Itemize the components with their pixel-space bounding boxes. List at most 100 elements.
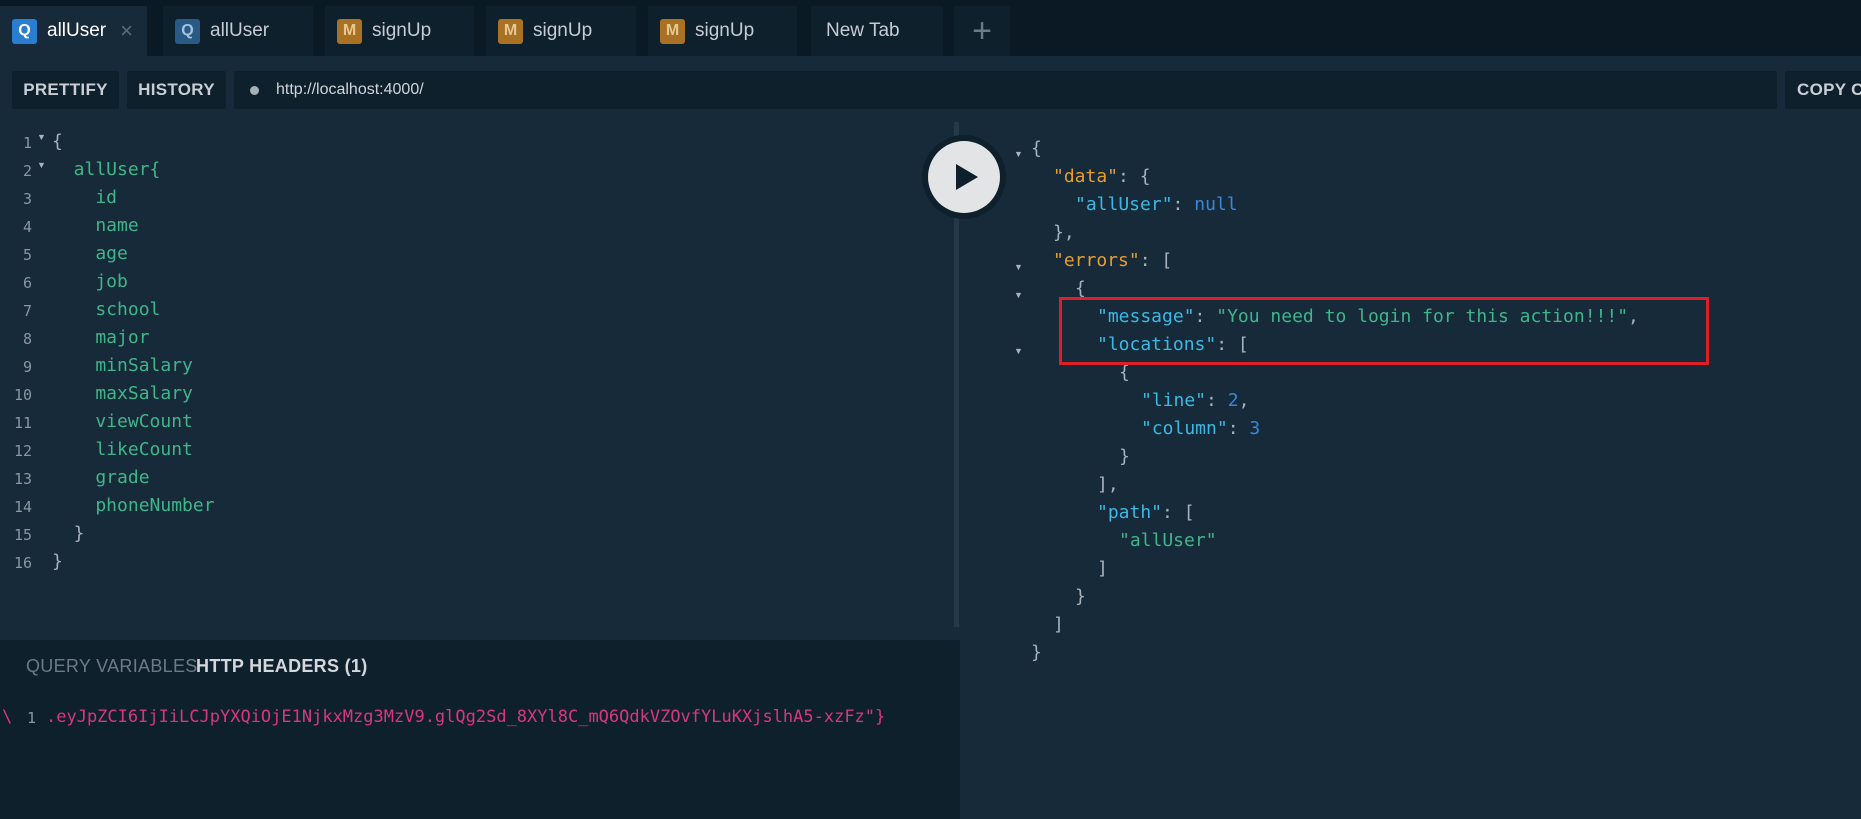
json-line: ] bbox=[1053, 614, 1064, 635]
line-number: 12 bbox=[13, 442, 32, 460]
line-number: 4 bbox=[22, 218, 32, 236]
fold-arrow-icon[interactable]: ▼ bbox=[1014, 290, 1023, 300]
json-line: } bbox=[1119, 446, 1130, 467]
code-line: minSalary bbox=[52, 355, 193, 376]
json-token: { bbox=[1075, 278, 1086, 299]
line-number: 10 bbox=[13, 386, 32, 404]
code-line: name bbox=[52, 215, 139, 236]
add-tab-button[interactable]: + bbox=[954, 6, 1010, 56]
fold-arrow-icon[interactable]: ▼ bbox=[1014, 346, 1023, 356]
result-viewer: ▼ ▼ ▼ ▼ { "data": { "allUser": null}, "erro… bbox=[960, 122, 1861, 819]
code-line: id bbox=[52, 187, 118, 208]
json-token: }, bbox=[1053, 222, 1075, 243]
json-token: : [ bbox=[1162, 502, 1195, 523]
json-line: ] bbox=[1097, 558, 1108, 579]
code-line: allUser{ bbox=[52, 159, 161, 180]
code-line: grade bbox=[52, 467, 150, 488]
json-token: "path" bbox=[1097, 502, 1163, 523]
json-token: { bbox=[1119, 362, 1130, 383]
variables-panel: QUERY VARIABLES HTTP HEADERS (1) \ 1 .ey… bbox=[0, 640, 960, 819]
tab-new-tab[interactable]: New Tab bbox=[811, 6, 943, 56]
code-line: } bbox=[52, 523, 85, 544]
line-number: 16 bbox=[13, 554, 32, 572]
status-dot-icon bbox=[250, 85, 259, 95]
json-line: "data": { bbox=[1053, 166, 1151, 187]
json-token: : { bbox=[1118, 166, 1151, 187]
line-number: 11 bbox=[13, 414, 32, 432]
line-number: 6 bbox=[22, 274, 32, 292]
json-token: "data" bbox=[1053, 166, 1119, 187]
endpoint-url-input[interactable]: http://localhost:4000/ bbox=[234, 71, 1777, 109]
close-icon[interactable]: × bbox=[120, 18, 133, 44]
tab-http-headers[interactable]: HTTP HEADERS (1) bbox=[196, 656, 367, 677]
fold-arrow-icon[interactable]: ▼ bbox=[1014, 262, 1023, 272]
line-number: 3 bbox=[22, 190, 32, 208]
json-token: ] bbox=[1097, 558, 1108, 579]
mutation-badge-icon: M bbox=[498, 18, 523, 44]
tab-label: allUser bbox=[47, 20, 107, 41]
line-number: 7 bbox=[22, 302, 32, 320]
mutation-badge-icon: M bbox=[337, 18, 362, 44]
tab-label: New Tab bbox=[826, 20, 900, 41]
fold-arrow-icon[interactable]: ▼ bbox=[1014, 149, 1023, 159]
query-badge-icon: Q bbox=[12, 18, 37, 44]
line-number: 1 bbox=[22, 134, 32, 152]
line-number: 13 bbox=[13, 470, 32, 488]
json-token: "column" bbox=[1141, 418, 1228, 439]
code-line: maxSalary bbox=[52, 383, 193, 404]
json-line: } bbox=[1031, 642, 1042, 663]
code-line: } bbox=[52, 551, 63, 572]
execute-query-button[interactable] bbox=[922, 135, 1006, 219]
history-button[interactable]: HISTORY bbox=[127, 71, 226, 109]
json-token: : bbox=[1172, 194, 1195, 215]
header-overflow-text: \ bbox=[2, 707, 13, 727]
code-line: major bbox=[52, 327, 150, 348]
line-number: 9 bbox=[22, 358, 32, 376]
tab-query-variables[interactable]: QUERY VARIABLES bbox=[26, 656, 198, 677]
code-line: school bbox=[52, 299, 161, 320]
json-line: } bbox=[1075, 586, 1086, 607]
tab-signup-1[interactable]: M signUp bbox=[325, 6, 474, 56]
json-token: } bbox=[1031, 642, 1042, 663]
json-token: : [ bbox=[1139, 250, 1173, 271]
json-token: 3 bbox=[1249, 418, 1261, 439]
tab-label: allUser bbox=[210, 20, 270, 41]
tab-alluser-active[interactable]: Q allUser × bbox=[0, 6, 147, 56]
json-line: "column": 3 bbox=[1141, 418, 1260, 439]
tab-bar: Q allUser × Q allUser M signUp M signUp … bbox=[0, 0, 1861, 56]
json-token: , bbox=[1238, 390, 1250, 411]
json-token: "errors" bbox=[1053, 250, 1140, 271]
fold-arrow-icon[interactable]: ▼ bbox=[37, 132, 46, 142]
json-token: } bbox=[1119, 446, 1130, 467]
tab-signup-2[interactable]: M signUp bbox=[486, 6, 636, 56]
tab-signup-3[interactable]: M signUp bbox=[648, 6, 797, 56]
json-line: { bbox=[1075, 278, 1086, 299]
plus-icon: + bbox=[972, 11, 992, 50]
json-line: "path": [ bbox=[1097, 502, 1195, 523]
header-line-number: 1 bbox=[27, 709, 37, 727]
json-line: { bbox=[1119, 362, 1130, 383]
json-line: ], bbox=[1097, 474, 1119, 495]
json-token: 2 bbox=[1227, 390, 1239, 411]
tab-alluser[interactable]: Q allUser bbox=[163, 6, 313, 56]
fold-arrow-icon[interactable]: ▼ bbox=[37, 160, 46, 170]
line-number: 8 bbox=[22, 330, 32, 348]
json-line: "allUser": null bbox=[1075, 194, 1238, 215]
play-icon bbox=[956, 164, 978, 190]
mutation-badge-icon: M bbox=[660, 18, 685, 44]
json-token: "line" bbox=[1141, 390, 1207, 411]
line-number: 2 bbox=[22, 162, 32, 180]
tab-label: signUp bbox=[695, 20, 755, 41]
code-line: phoneNumber bbox=[52, 495, 215, 516]
json-token: { bbox=[1031, 138, 1042, 159]
tab-label: signUp bbox=[372, 20, 432, 41]
query-editor[interactable]: 1 2 3 4 5 6 7 8 9 10 11 12 13 14 15 16 ▼ ▼ { allUser{ i… bbox=[0, 122, 960, 640]
http-headers-editor[interactable]: .eyJpZCI6IjIiLCJpYXQiOjE1NjkxMzg3MzV9.gl… bbox=[46, 707, 885, 727]
json-line: }, bbox=[1053, 222, 1075, 243]
json-token: } bbox=[1075, 586, 1086, 607]
prettify-button[interactable]: PRETTIFY bbox=[12, 71, 119, 109]
json-token: : bbox=[1206, 390, 1228, 411]
copy-curl-button[interactable]: COPY C bbox=[1785, 71, 1861, 109]
code-line: { bbox=[52, 131, 63, 152]
json-line: { bbox=[1031, 138, 1042, 159]
